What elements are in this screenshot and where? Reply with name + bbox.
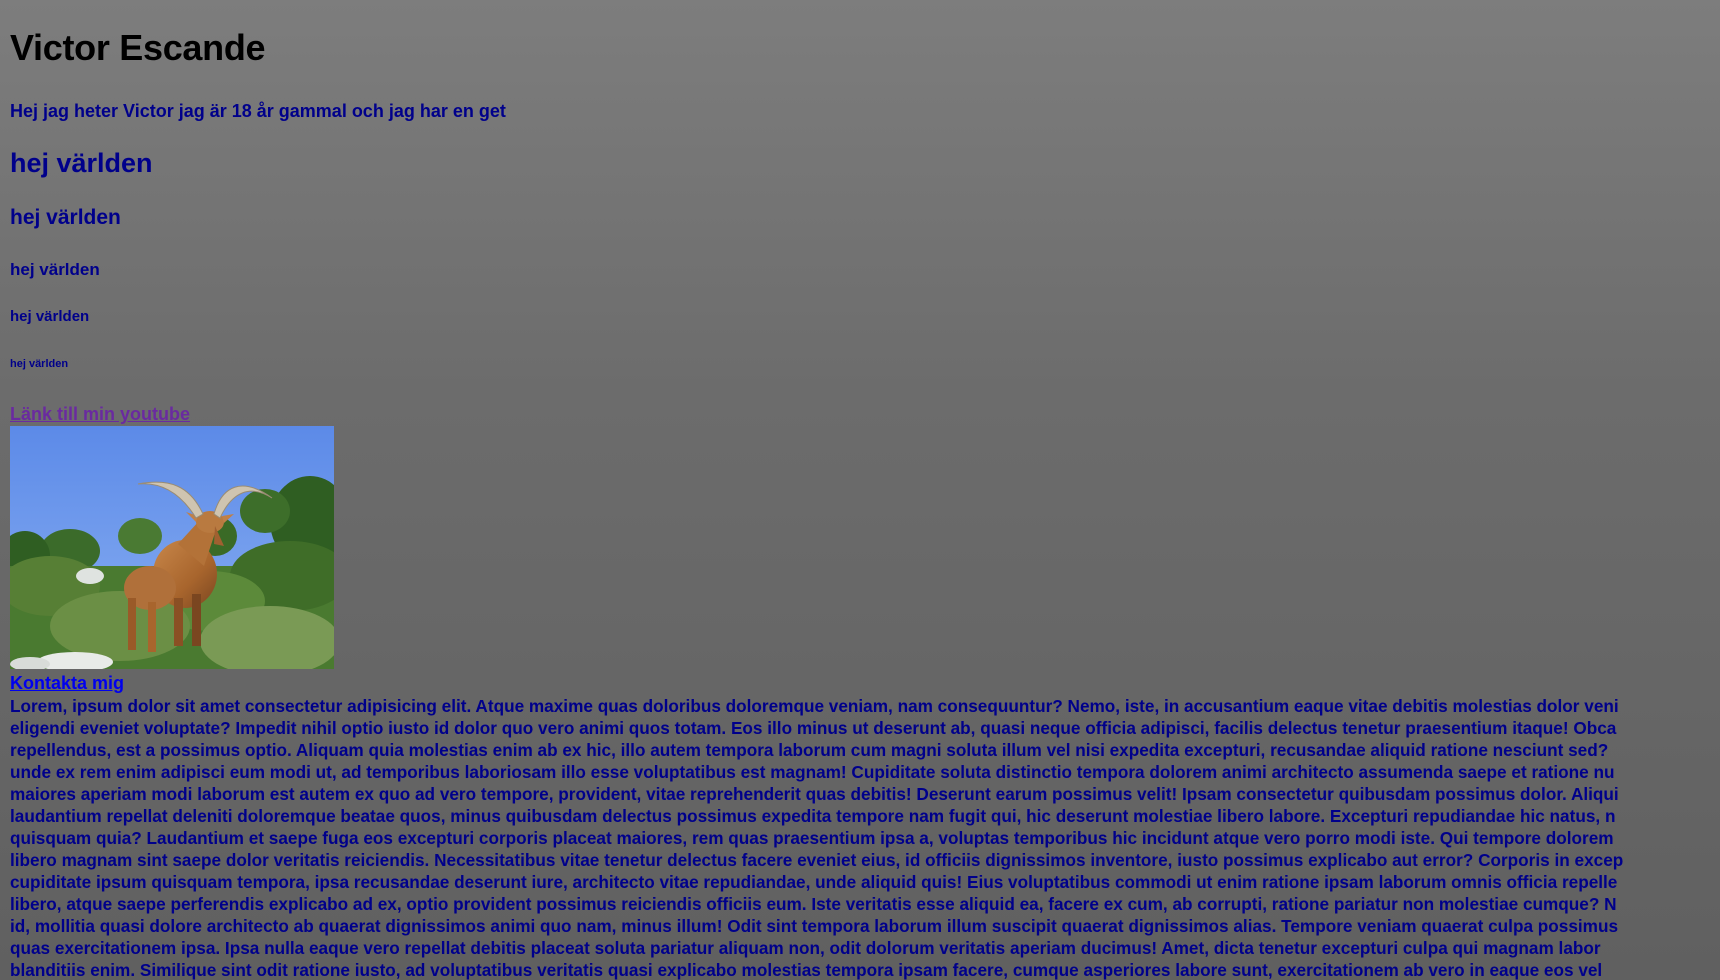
intro-paragraph: Hej jag heter Victor jag är 18 år gammal…: [10, 101, 506, 121]
lorem-line: blanditiis enim. Similique sint odit rat…: [10, 960, 1603, 980]
lorem-line: cupiditate ipsum quisquam tempora, ipsa …: [10, 872, 1618, 892]
lorem-line: id, mollitia quasi dolore architecto ab …: [10, 916, 1619, 936]
lorem-paragraph: Lorem, ipsum dolor sit amet consectetur …: [10, 695, 1720, 980]
page-title: Victor Escande: [10, 27, 266, 68]
lorem-line: maiores aperiam modi laborum est autem e…: [10, 784, 1619, 804]
lorem-line: libero, atque saepe perferendis explicab…: [10, 894, 1617, 914]
youtube-link[interactable]: Länk till min youtube: [10, 404, 190, 424]
lorem-line: quas exercitationem ipsa. Ipsa nulla eaq…: [10, 938, 1601, 958]
lorem-line: libero magnam sint saepe dolor veritatis…: [10, 850, 1624, 870]
lorem-line: repellendus, est a possimus optio. Aliqu…: [10, 740, 1609, 760]
heading-level-1: hej världen: [10, 148, 153, 178]
contact-link[interactable]: Kontakta mig: [10, 673, 124, 693]
heading-level-5: hej världen: [10, 358, 69, 370]
heading-level-4: hej världen: [10, 308, 90, 325]
lorem-line: eligendi eveniet voluptate? Impedit nihi…: [10, 718, 1617, 738]
lorem-line: unde ex rem enim adipisci eum modi ut, a…: [10, 762, 1615, 782]
lorem-line: Lorem, ipsum dolor sit amet consectetur …: [10, 696, 1619, 716]
lorem-line: quisquam quia? Laudantium et saepe fuga …: [10, 828, 1614, 848]
lorem-line: laudantium repellat deleniti doloremque …: [10, 806, 1616, 826]
heading-level-3: hej världen: [10, 260, 100, 279]
heading-level-2: hej världen: [10, 206, 121, 229]
goat-image: [10, 426, 334, 669]
